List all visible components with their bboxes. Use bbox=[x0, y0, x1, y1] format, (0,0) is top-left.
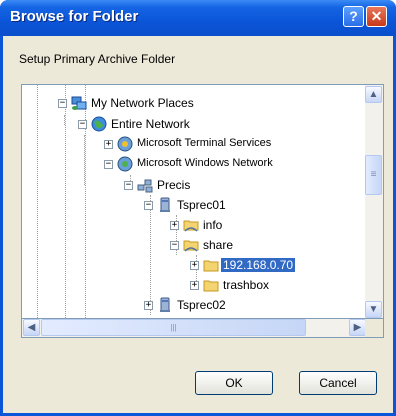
expand-toggle[interactable]: + bbox=[170, 221, 179, 230]
help-button[interactable]: ? bbox=[343, 6, 364, 27]
collapse-toggle[interactable]: − bbox=[144, 201, 153, 210]
tree-item-label: 192.168.0.70 bbox=[221, 258, 296, 272]
folder-icon bbox=[203, 280, 219, 292]
network-places-icon bbox=[71, 96, 87, 110]
scroll-left-button[interactable]: ◀ bbox=[23, 319, 40, 336]
scroll-up-button[interactable]: ▲ bbox=[365, 86, 382, 103]
computer-icon bbox=[160, 297, 170, 312]
tree-item-label: Microsoft Windows Network bbox=[137, 157, 273, 169]
tree-line bbox=[64, 115, 65, 125]
folder-icon bbox=[203, 260, 219, 272]
vertical-scroll-thumb[interactable]: ≡ bbox=[365, 155, 382, 195]
expand-toggle[interactable]: + bbox=[190, 281, 199, 290]
vertical-scrollbar[interactable]: ▲ ≡ ▼ bbox=[365, 84, 384, 319]
shared-folder-icon bbox=[183, 220, 199, 232]
horizontal-scrollbar[interactable]: ◀ ||| ▶ bbox=[21, 319, 367, 338]
windows-network-icon bbox=[117, 156, 133, 172]
collapse-toggle[interactable]: − bbox=[170, 241, 179, 250]
tree-item-label: Precis bbox=[157, 178, 191, 192]
expand-toggle[interactable]: + bbox=[190, 261, 199, 270]
tree-item-label: Tsprec02 bbox=[177, 298, 226, 312]
shared-folder-icon bbox=[183, 240, 199, 252]
tree-line bbox=[84, 135, 85, 185]
tree-item-label: Tsprec01 bbox=[177, 198, 226, 212]
expand-toggle[interactable]: + bbox=[104, 140, 113, 149]
scroll-right-button[interactable]: ▶ bbox=[349, 319, 366, 336]
computer-icon bbox=[160, 197, 170, 212]
collapse-toggle[interactable]: − bbox=[124, 181, 133, 190]
tree-line bbox=[37, 85, 38, 318]
cancel-button[interactable]: Cancel bbox=[299, 371, 377, 395]
tree-line bbox=[150, 195, 151, 315]
globe-icon bbox=[91, 116, 107, 132]
terminal-services-icon bbox=[117, 136, 133, 152]
window-title: Browse for Folder bbox=[10, 8, 139, 25]
tree-item-label: Entire Network bbox=[111, 117, 190, 131]
workgroup-icon bbox=[137, 179, 153, 193]
title-bar[interactable]: Browse for Folder ? ✕ bbox=[0, 0, 396, 36]
collapse-toggle[interactable]: − bbox=[78, 120, 87, 129]
expand-toggle[interactable]: + bbox=[144, 301, 153, 310]
tree-item-label: share bbox=[203, 238, 234, 252]
folder-tree[interactable]: − My Network Places − Entire Network + M… bbox=[21, 84, 367, 319]
tree-item-label: My Network Places bbox=[91, 96, 194, 110]
scroll-down-button[interactable]: ▼ bbox=[365, 301, 382, 318]
tree-item-label: trashbox bbox=[223, 278, 270, 292]
scrollbar-corner bbox=[365, 319, 384, 338]
close-button[interactable]: ✕ bbox=[366, 6, 387, 27]
collapse-toggle[interactable]: − bbox=[58, 99, 67, 108]
tree-item-label: info bbox=[203, 218, 223, 232]
tree-line bbox=[65, 85, 66, 318]
instruction-text: Setup Primary Archive Folder bbox=[19, 52, 176, 66]
horizontal-scroll-thumb[interactable]: ||| bbox=[41, 319, 306, 336]
ok-button[interactable]: OK bbox=[195, 371, 273, 395]
collapse-toggle[interactable]: − bbox=[104, 160, 113, 169]
tree-item-label: Microsoft Terminal Services bbox=[137, 137, 272, 149]
